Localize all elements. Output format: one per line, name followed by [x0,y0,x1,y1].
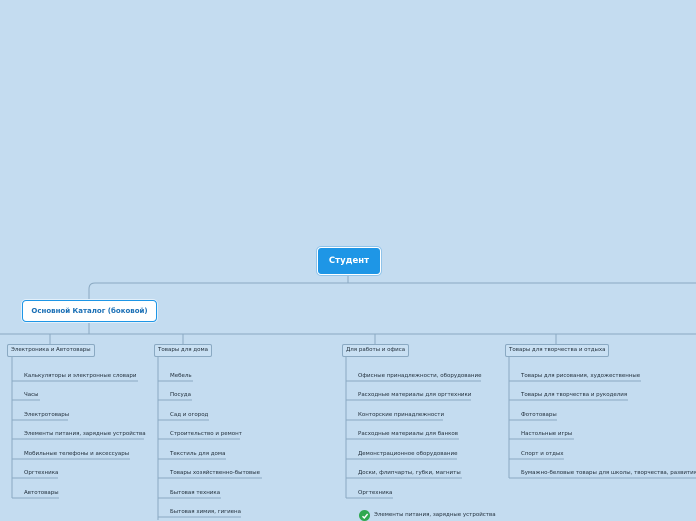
list-item[interactable]: Расходные материалы для банков [358,430,458,439]
list-item[interactable]: Оргтехника [24,469,58,478]
list-item[interactable]: Текстиль для дома [170,450,225,459]
list-item[interactable]: Мебель [170,372,192,381]
list-item[interactable]: Доски, флипчарты, губки, магниты [358,469,461,478]
list-item[interactable]: Бытовая техника [170,489,220,498]
root-topic[interactable]: Студент [317,247,381,275]
list-item[interactable]: Бытовая химия, гигиена [170,508,241,517]
list-item[interactable]: Калькуляторы и электронные словари [24,372,136,381]
list-item[interactable]: Часы [24,391,39,400]
category-home[interactable]: Товары для дома [154,344,212,357]
list-item[interactable]: Электротовары [24,411,69,420]
list-item[interactable]: Мобильные телефоны и аксессуары [24,450,129,459]
category-office[interactable]: Для работы и офиса [342,344,410,357]
main-catalog-topic[interactable]: Основной Каталог (боковой) [22,300,157,322]
list-item[interactable]: Настольные игры [521,430,572,439]
list-item[interactable]: Сад и огород [170,411,208,420]
category-electronics[interactable]: Электроника и Автотовары [7,344,95,357]
list-item-marked[interactable]: Элементы питания, зарядные устройства [374,511,496,520]
list-item[interactable]: Бумажно-беловые товары для школы, творче… [521,469,696,478]
checkmark-icon [359,510,370,521]
list-item[interactable]: Конторские принадлежности [358,411,444,420]
list-item[interactable]: Демонстрационное оборудование [358,450,457,459]
list-item[interactable]: Автотовары [24,489,59,498]
list-item[interactable]: Посуда [170,391,191,400]
list-item[interactable]: Строительство и ремонт [170,430,242,439]
category-creativity[interactable]: Товары для творчества и отдыха [505,344,610,357]
list-item[interactable]: Товары для творчества и рукоделия [521,391,627,400]
list-item[interactable]: Спорт и отдых [521,450,564,459]
list-item[interactable]: Расходные материалы для оргтехники [358,391,471,400]
list-item[interactable]: Товары для рисования, художественные [521,372,640,381]
list-item[interactable]: Товары хозяйственно-бытовые [170,469,260,478]
list-item[interactable]: Офисные принадлежности, оборудование [358,372,481,381]
list-item[interactable]: Элементы питания, зарядные устройства [24,430,146,439]
list-item[interactable]: Оргтехника [358,489,392,498]
list-item[interactable]: Фототовары [521,411,557,420]
